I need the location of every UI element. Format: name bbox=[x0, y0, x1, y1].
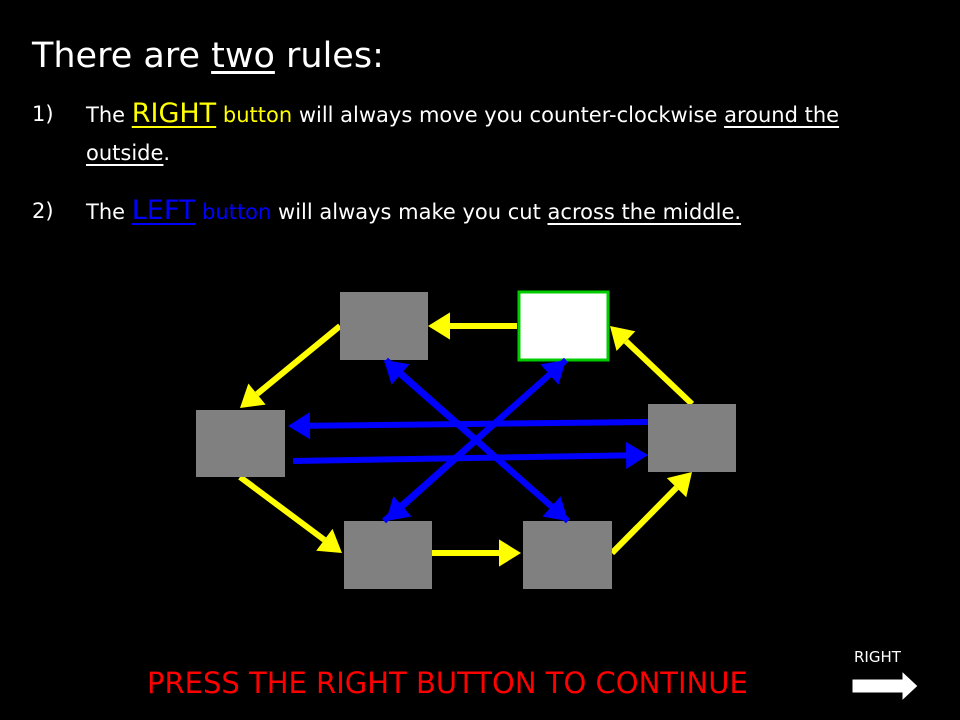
right-move-arrow-right-to-top-right bbox=[610, 326, 695, 407]
node-bottom-right bbox=[523, 521, 612, 589]
right-move-arrow-top-right-to-top-left bbox=[428, 312, 517, 340]
node-top-right-current bbox=[517, 290, 610, 362]
right-move-arrow-bottom-right-to-right bbox=[609, 472, 692, 556]
right-button-label: RIGHT bbox=[854, 648, 901, 666]
navigation-diagram bbox=[196, 290, 736, 589]
right-arrow-icon[interactable] bbox=[850, 670, 922, 702]
continue-prompt: PRESS THE RIGHT BUTTON TO CONTINUE bbox=[147, 666, 748, 700]
right-move-arrow-bottom-left-to-bottom-right bbox=[432, 539, 521, 567]
node-bottom-left bbox=[344, 521, 432, 589]
node-right bbox=[648, 404, 736, 472]
right-move-arrow-top-left-to-left bbox=[240, 323, 342, 408]
node-top-left bbox=[340, 292, 428, 360]
right-move-arrow-left-to-bottom-left bbox=[238, 474, 342, 553]
node-left bbox=[196, 410, 285, 477]
